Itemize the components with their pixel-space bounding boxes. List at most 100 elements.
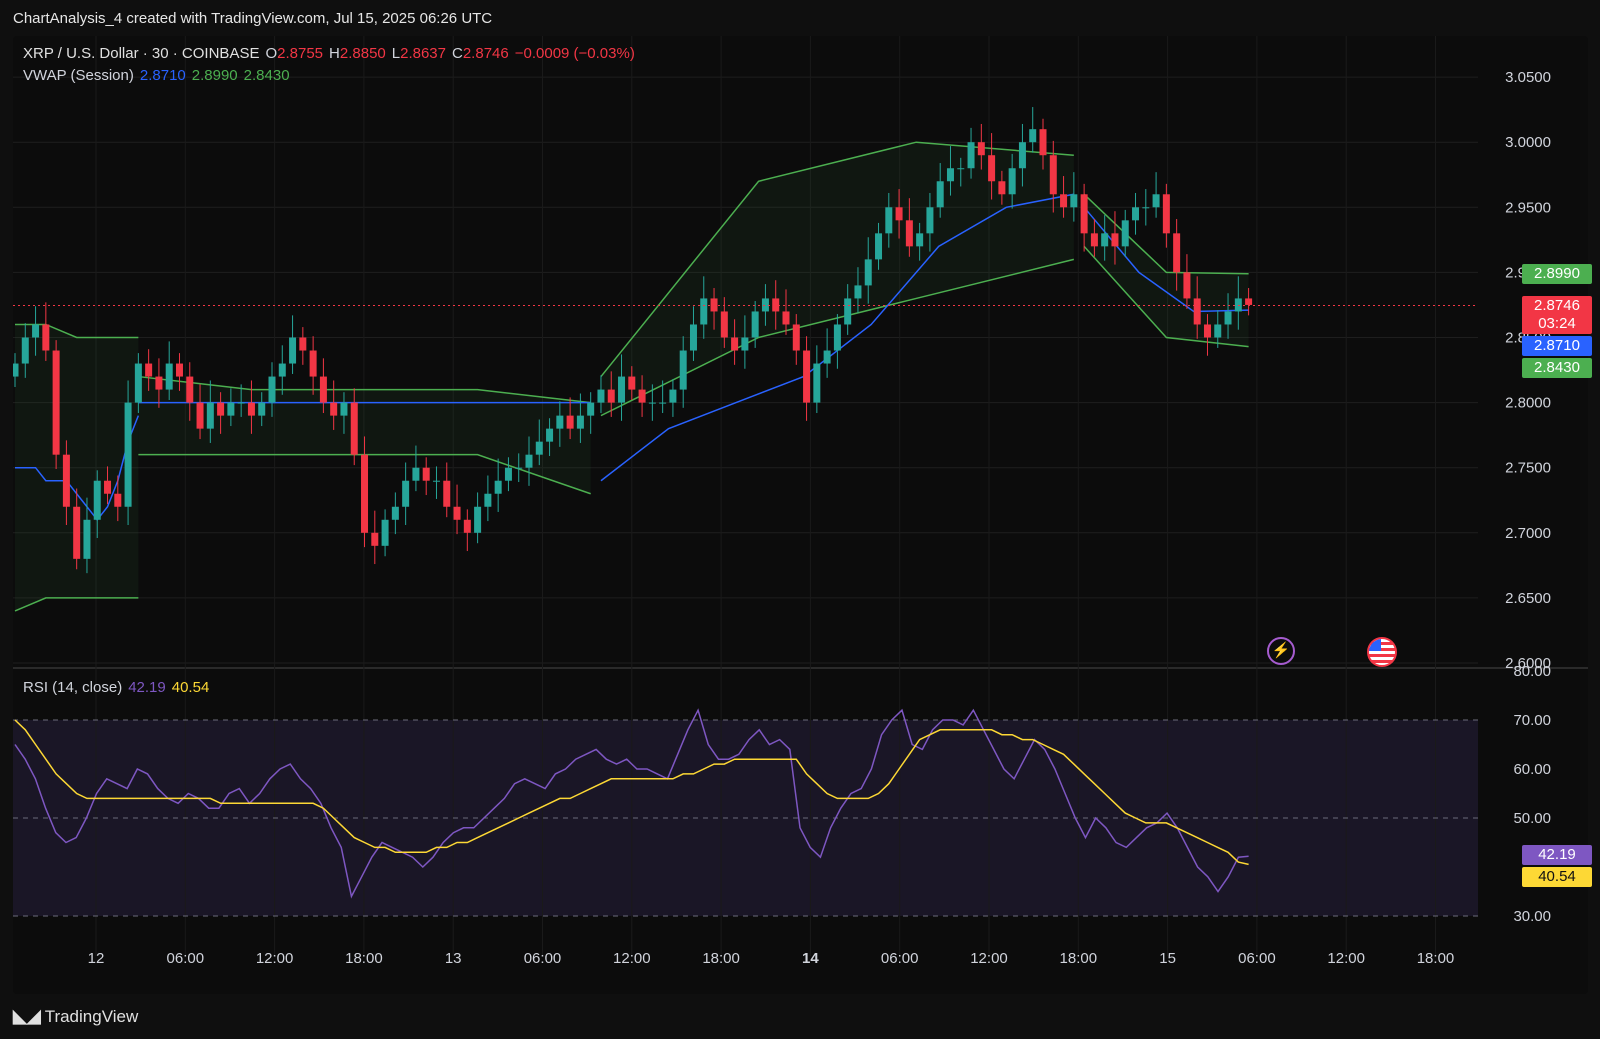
tradingview-logo[interactable]: ◣◢ TradingView: [13, 1006, 138, 1027]
candle-up: [340, 402, 348, 416]
candle-down: [319, 376, 327, 403]
candle-down: [155, 376, 163, 390]
candle-up: [525, 454, 533, 468]
candle-up: [21, 337, 29, 364]
candle-up: [587, 402, 595, 416]
close-label: C: [452, 45, 463, 62]
candle-down: [196, 402, 204, 429]
candle-down: [175, 363, 183, 377]
candle-up: [916, 233, 924, 247]
low-label: L: [391, 45, 401, 62]
candle-up: [381, 519, 389, 546]
candle-down: [186, 376, 194, 403]
candle-up: [967, 142, 975, 169]
candle-up: [659, 402, 667, 404]
x-tick-label: 18:00: [702, 950, 740, 967]
candle-down: [309, 350, 317, 377]
rsi-y-tick-label: 60.00: [1513, 761, 1551, 778]
candle-up: [1214, 324, 1222, 338]
rsi-y-tick-label: 80.00: [1513, 663, 1551, 680]
tv-logo-icon: ◣◢: [13, 1006, 41, 1026]
candle-up: [618, 376, 626, 403]
candle-up: [83, 519, 91, 559]
candle-up: [1234, 298, 1242, 312]
ohlc-legend: XRP / U.S. Dollar · 30 · COINBASE O2.8755…: [23, 45, 641, 62]
candle-up: [854, 285, 862, 299]
candle-down: [361, 454, 369, 533]
candle-down: [463, 519, 471, 533]
candle-up: [227, 402, 235, 416]
candle-down: [905, 220, 913, 247]
candle-down: [247, 402, 255, 416]
candle-up: [206, 402, 214, 429]
candle-up: [258, 402, 266, 416]
candle-up: [237, 402, 245, 404]
high-value: 2.8850: [339, 45, 386, 62]
vwap-legend: VWAP (Session) 2.8710 2.8990 2.8430: [23, 67, 296, 84]
candle-up: [597, 389, 605, 403]
y-tick-label: 2.9500: [1505, 199, 1551, 216]
rsi-y-tick-label: 70.00: [1513, 712, 1551, 729]
candle-up: [689, 324, 697, 351]
candle-down: [998, 181, 1006, 195]
close-value: 2.8746: [462, 45, 509, 62]
brand-text: TradingView: [44, 1006, 139, 1026]
rsi-legend-label: RSI (14, close): [23, 679, 123, 696]
chart-caption: ChartAnalysis_4 created with TradingView…: [13, 10, 493, 27]
candle-down: [720, 311, 728, 338]
x-tick-label: 06:00: [881, 950, 919, 967]
candle-down: [217, 402, 225, 416]
symbol-label: XRP / U.S. Dollar · 30 · COINBASE: [23, 45, 260, 62]
candle-up: [391, 506, 399, 520]
x-tick-label: 06:00: [167, 950, 205, 967]
y-tick-label: 2.7000: [1505, 525, 1551, 542]
candle-up: [926, 207, 934, 234]
open-value: 2.8755: [277, 45, 324, 62]
candle-up: [402, 480, 410, 507]
candle-up: [13, 363, 19, 377]
candle-up: [556, 415, 564, 429]
change-value: −0.0009 (−0.03%): [514, 45, 635, 62]
rsi-ma-legend-value: 40.54: [171, 679, 210, 696]
candle-up: [32, 324, 40, 338]
candle-down: [731, 337, 739, 351]
candle-up: [823, 350, 831, 364]
rsi-tag: 42.19: [1522, 845, 1592, 865]
candle-down: [62, 454, 70, 507]
candle-down: [1245, 298, 1253, 305]
candle-up: [268, 376, 276, 403]
x-tick-label: 12:00: [613, 950, 651, 967]
candle-up: [412, 467, 420, 481]
x-tick-label: 12: [88, 950, 105, 967]
rsi-y-tick-label: 50.00: [1513, 810, 1551, 827]
y-tick-label: 3.0500: [1505, 69, 1551, 86]
chart-frame: 3.05003.00002.95002.90002.85002.80002.75…: [13, 36, 1592, 994]
candle-down: [1090, 233, 1098, 247]
candle-up: [93, 480, 101, 520]
x-tick-label: 14: [802, 950, 819, 967]
candle-up: [751, 311, 759, 338]
candle-up: [1018, 142, 1026, 169]
candle-up: [864, 259, 872, 286]
candle-down: [977, 142, 985, 156]
lightning-icon[interactable]: ⚡: [1267, 637, 1295, 665]
upper-band-tag: 2.8990: [1522, 264, 1592, 284]
us-flag-icon[interactable]: [1367, 637, 1397, 667]
candle-down: [453, 506, 461, 520]
candle-up: [535, 441, 543, 455]
vwap-upper-legend-value: 2.8990: [191, 67, 238, 84]
candle-up: [1132, 207, 1140, 221]
candle-up: [1029, 129, 1037, 143]
candle-up: [833, 324, 841, 351]
candle-down: [1162, 194, 1170, 234]
candle-down: [1060, 194, 1068, 208]
candle-up: [1224, 311, 1232, 325]
candle-up: [1008, 168, 1016, 195]
last-price-tag: 2.8746 03:24: [1522, 296, 1592, 334]
vwap-lower-legend-value: 2.8430: [243, 67, 290, 84]
x-tick-label: 18:00: [345, 950, 383, 967]
chart-canvas[interactable]: 3.05003.00002.95002.90002.85002.80002.75…: [13, 36, 1588, 994]
candle-up: [1070, 194, 1078, 208]
candle-up: [1101, 233, 1109, 247]
candle-down: [104, 480, 112, 494]
